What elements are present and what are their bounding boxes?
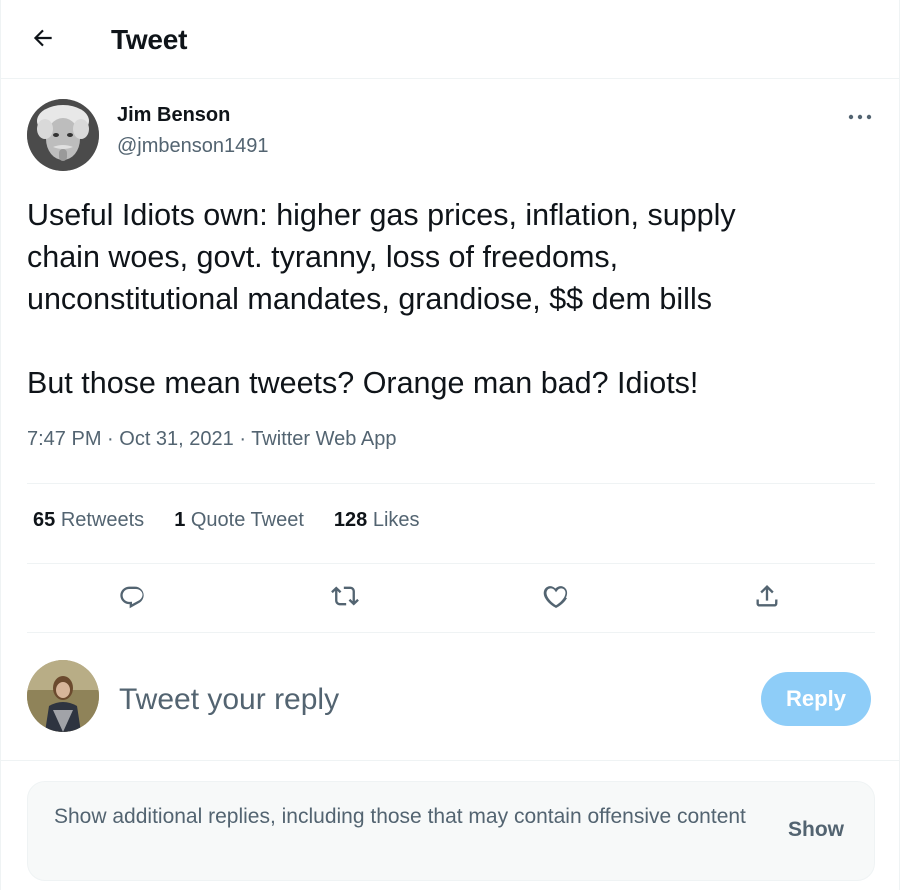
tweet-text: Useful Idiots own: higher gas prices, in… [27,194,877,404]
tweet-timestamp[interactable]: 7:47 PM · Oct 31, 2021 · Twitter Web App [27,428,396,451]
notice-text: Show additional replies, including those… [54,805,746,828]
tweet-line: Useful Idiots own: higher gas prices, in… [27,198,736,232]
more-icon [848,108,872,126]
additional-replies-notice: Show additional replies, including those… [27,781,875,881]
reply-input[interactable] [119,680,719,720]
reply-submit-button[interactable]: Reply [761,672,871,726]
arrow-left-icon [30,25,56,56]
reply-button[interactable] [110,576,154,620]
tweet-line: chain woes, govt. tyranny, loss of freed… [27,240,619,274]
divider [1,760,899,761]
tweet-line: But those mean tweets? Orange man bad? I… [27,366,699,400]
share-icon [753,582,781,615]
back-button[interactable] [23,20,63,60]
reply-icon [118,582,146,615]
likes-stat[interactable]: 128 Likes [334,509,420,532]
author-name[interactable]: Jim Benson [117,104,230,127]
divider [27,563,875,564]
retweets-stat[interactable]: 65 Retweets [33,509,144,532]
tweet-page: Tweet Jim Benson @jmbenson1491 Useful Id… [0,0,900,890]
page-title: Tweet [111,24,188,55]
share-button[interactable] [745,576,789,620]
like-icon [542,582,570,615]
divider [27,632,875,633]
retweet-icon [331,582,359,615]
divider [27,483,875,484]
page-header: Tweet [1,0,899,79]
author-avatar[interactable] [27,99,99,171]
user-avatar[interactable] [27,660,99,732]
like-button[interactable] [534,576,578,620]
tweet-stats: 65 Retweets 1 Quote Tweet 128 Likes [33,509,420,532]
tweet-actions [27,576,875,620]
tweet-line: unconstitutional mandates, grandiose, $$… [27,282,712,316]
more-options-button[interactable] [843,102,877,132]
retweet-button[interactable] [323,576,367,620]
author-handle[interactable]: @jmbenson1491 [117,135,269,158]
quote-tweets-stat[interactable]: 1 Quote Tweet [174,509,304,532]
show-button[interactable]: Show [788,818,844,842]
